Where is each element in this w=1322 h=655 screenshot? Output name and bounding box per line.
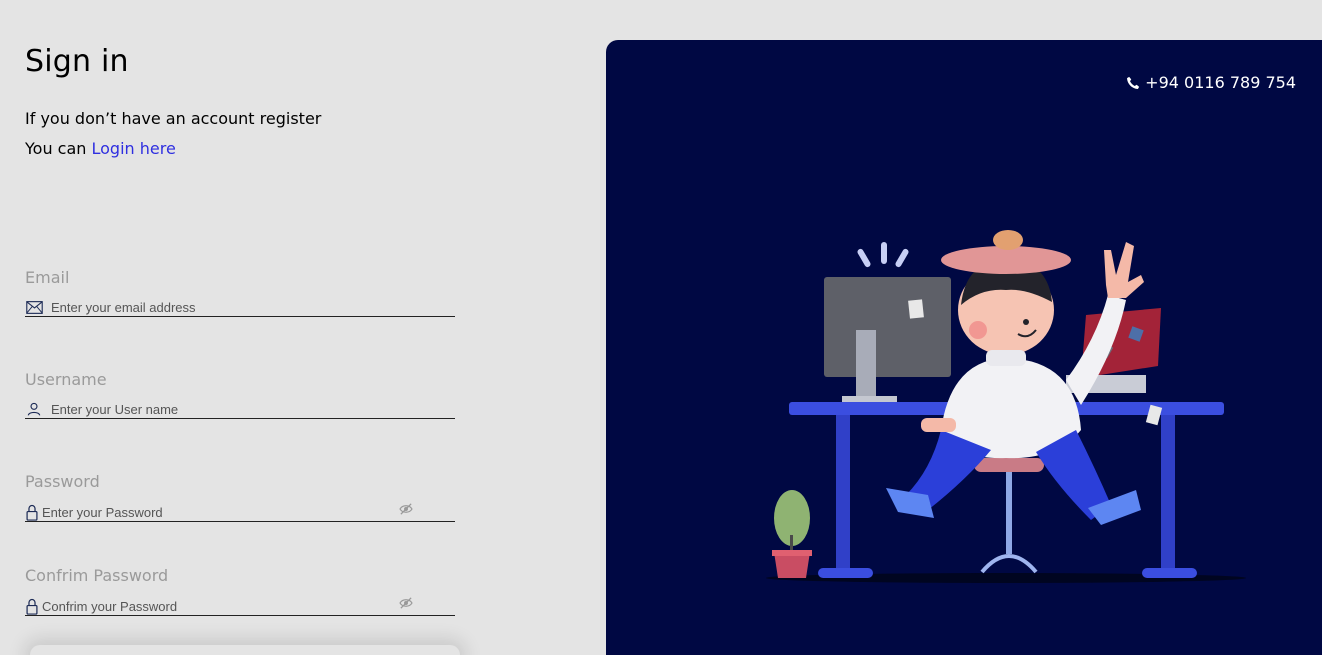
email-label: Email <box>25 268 70 287</box>
confirm-password-field-group: Confrim Password <box>25 566 455 616</box>
username-input[interactable] <box>51 400 455 418</box>
envelope-icon <box>25 298 43 316</box>
password-field-row <box>25 500 455 522</box>
password-input[interactable] <box>42 503 399 521</box>
login-hint-prefix: You can <box>25 139 92 158</box>
page-title: Sign in <box>25 44 129 79</box>
excitement-lines <box>857 242 909 268</box>
sign-in-form-panel: Sign in If you don’t have an account reg… <box>0 0 606 655</box>
confirm-password-field-row <box>25 594 455 616</box>
contact-phone: +94 0116 789 754 <box>1126 73 1296 92</box>
lock-icon <box>25 503 39 521</box>
email-field-group: Email <box>25 268 455 317</box>
email-field-row <box>25 295 455 317</box>
confirm-password-label: Confrim Password <box>25 566 169 585</box>
submit-button[interactable] <box>30 645 460 655</box>
username-field-group: Username <box>25 370 455 419</box>
lock-icon <box>25 597 39 615</box>
register-hint: If you don’t have an account register <box>25 109 322 128</box>
confirm-password-input[interactable] <box>42 597 399 615</box>
user-icon <box>25 400 43 418</box>
username-field-row <box>25 397 455 419</box>
phone-icon <box>1127 76 1140 89</box>
illustration-panel: +94 0116 789 754 <box>606 40 1322 655</box>
login-hint: You can Login here <box>25 139 176 158</box>
password-field-group: Password <box>25 472 455 522</box>
email-input[interactable] <box>51 298 455 316</box>
password-label: Password <box>25 472 100 491</box>
workspace-illustration <box>766 230 1246 583</box>
monitor-icon <box>824 277 951 402</box>
username-label: Username <box>25 370 107 389</box>
login-link[interactable]: Login here <box>92 139 176 158</box>
chair-icon <box>974 458 1044 574</box>
phone-number: +94 0116 789 754 <box>1145 73 1296 92</box>
plant-icon <box>772 490 812 578</box>
eye-slash-icon[interactable] <box>399 503 415 517</box>
eye-slash-icon[interactable] <box>399 597 415 611</box>
